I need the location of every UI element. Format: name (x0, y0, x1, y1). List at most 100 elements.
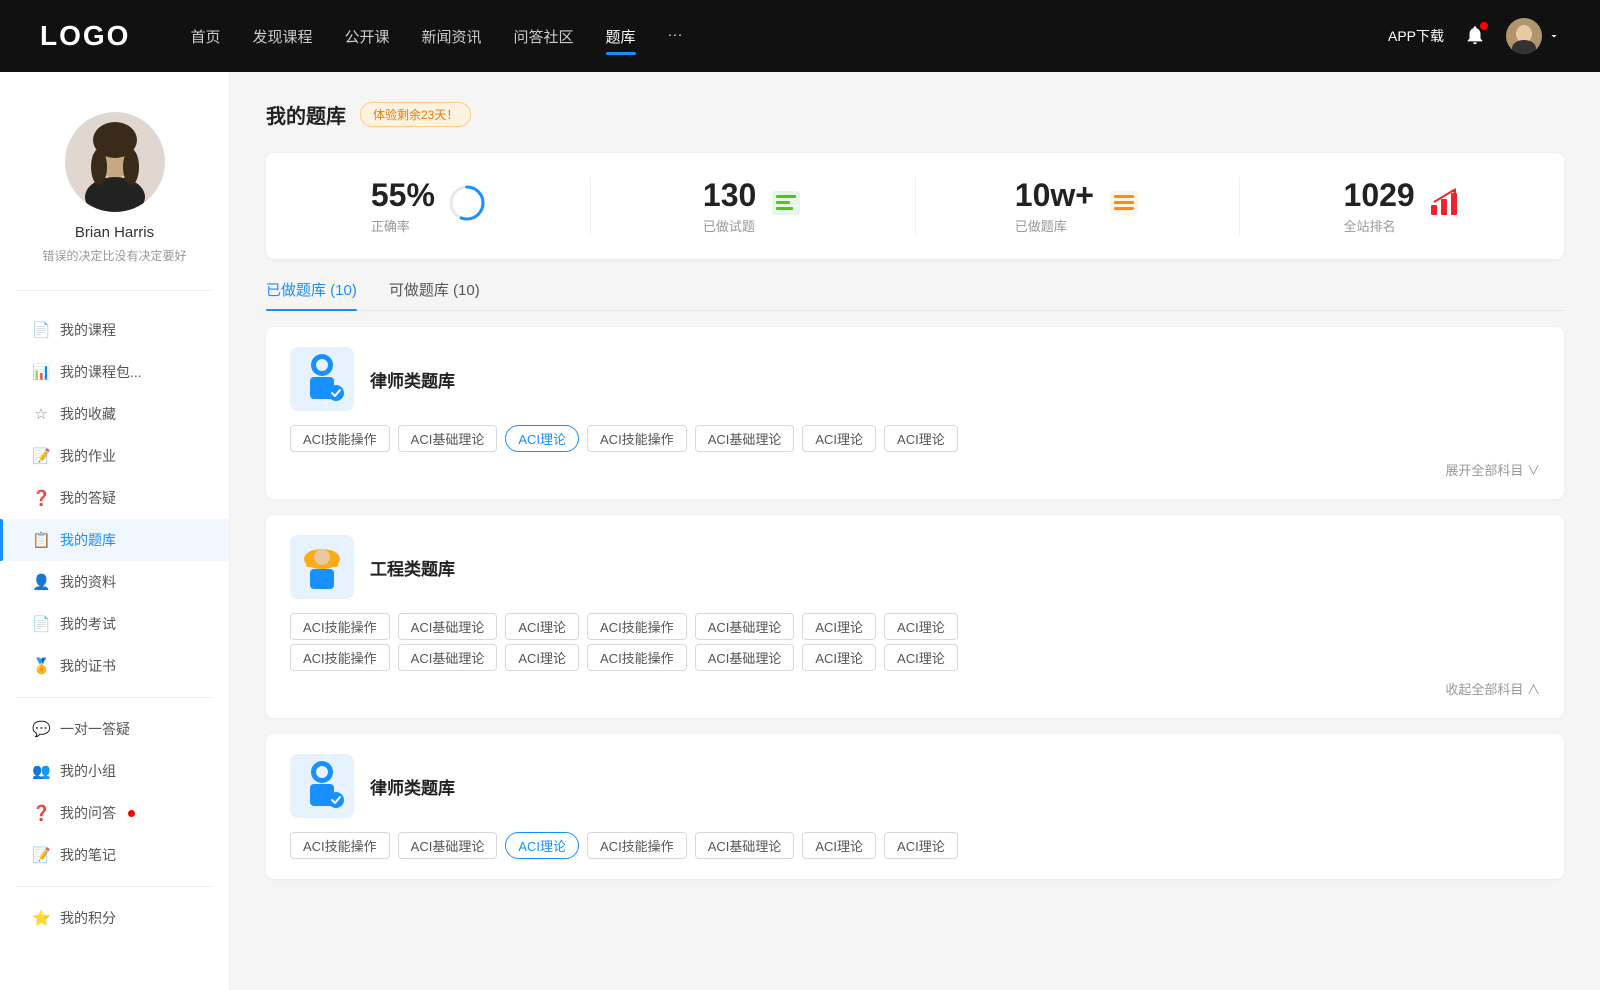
sidebar-item-label: 我的证书 (60, 656, 116, 676)
sidebar-item-qa[interactable]: ❓ 我的答疑 (0, 477, 229, 519)
sidebar-item-label: 我的小组 (60, 761, 116, 781)
nav-more[interactable]: ··· (668, 22, 683, 51)
sidebar-item-points[interactable]: ⭐ 我的积分 (0, 897, 229, 939)
unread-dot (128, 810, 135, 817)
tag[interactable]: ACI技能操作 (587, 644, 687, 671)
nav-discover[interactable]: 发现课程 (252, 22, 312, 51)
nav-opencourse[interactable]: 公开课 (344, 22, 389, 51)
app-download-button[interactable]: APP下载 (1388, 26, 1444, 46)
rank-icon (1429, 187, 1461, 226)
tag[interactable]: ACI基础理论 (398, 832, 498, 859)
sidebar-divider-3 (16, 886, 213, 887)
sidebar-item-notes[interactable]: 📝 我的笔记 (0, 834, 229, 876)
qbank-icon: 📋 (32, 531, 50, 549)
qa-icon: ❓ (32, 489, 50, 507)
stats-card: 55% 正确率 130 已做试题 (266, 153, 1564, 259)
sidebar-item-qbank[interactable]: 📋 我的题库 (0, 519, 229, 561)
tag[interactable]: ACI基础理论 (398, 425, 498, 452)
sidebar-item-label: 我的题库 (60, 530, 116, 550)
user-avatar-button[interactable] (1506, 18, 1560, 54)
accuracy-icon (449, 185, 485, 228)
lawyer-svg-icon (296, 351, 348, 407)
sidebar-item-label: 我的问答 (60, 803, 116, 823)
tag[interactable]: ACI技能操作 (290, 832, 390, 859)
tag[interactable]: ACI理论 (884, 613, 958, 640)
tag[interactable]: ACI理论 (884, 644, 958, 671)
tag[interactable]: ACI基础理论 (695, 644, 795, 671)
profile-icon: 👤 (32, 573, 50, 591)
nav-qbank[interactable]: 题库 (606, 22, 636, 51)
tag[interactable]: ACI理论 (884, 425, 958, 452)
navbar-right: APP下载 (1388, 18, 1560, 54)
tag[interactable]: ACI基础理论 (398, 613, 498, 640)
tab-done[interactable]: 已做题库 (10) (266, 279, 357, 310)
sidebar-item-package[interactable]: 📊 我的课程包... (0, 351, 229, 393)
bank-header-1: 律师类题库 (290, 347, 1540, 411)
chat-icon: 💬 (32, 720, 50, 738)
tag-active[interactable]: ACI理论 (505, 832, 579, 859)
bank-header-2: 工程类题库 (290, 535, 1540, 599)
notification-bell[interactable] (1464, 24, 1486, 49)
nav-news[interactable]: 新闻资讯 (422, 22, 482, 51)
bank-section-lawyer-2: 律师类题库 ACI技能操作 ACI基础理论 ACI理论 ACI技能操作 ACI基… (266, 734, 1564, 879)
sidebar-item-course[interactable]: 📄 我的课程 (0, 309, 229, 351)
tag[interactable]: ACI技能操作 (290, 425, 390, 452)
nav-menu: 首页 发现课程 公开课 新闻资讯 问答社区 题库 ··· (190, 22, 1388, 51)
chevron-down-icon (1548, 30, 1560, 42)
tag[interactable]: ACI技能操作 (290, 644, 390, 671)
tab-todo[interactable]: 可做题库 (10) (389, 279, 480, 310)
lawyer-svg-icon-2 (296, 758, 348, 814)
tag[interactable]: ACI基础理论 (695, 613, 795, 640)
stat-accuracy: 55% 正确率 (266, 177, 591, 235)
collapse-button-2[interactable]: 收起全部科目 ∧ (290, 679, 1540, 698)
sidebar-divider-2 (16, 697, 213, 698)
sidebar-divider-1 (16, 290, 213, 291)
tag[interactable]: ACI基础理论 (695, 832, 795, 859)
sidebar-item-exam[interactable]: 📄 我的考试 (0, 603, 229, 645)
sidebar-item-myqa[interactable]: ❓ 我的问答 (0, 792, 229, 834)
tag[interactable]: ACI技能操作 (587, 425, 687, 452)
tag[interactable]: ACI基础理论 (398, 644, 498, 671)
stat-label-accuracy: 正确率 (371, 216, 435, 235)
sidebar-item-favorites[interactable]: ☆ 我的收藏 (0, 393, 229, 435)
sidebar-item-label: 一对一答疑 (60, 719, 130, 739)
tags-row-3: ACI技能操作 ACI基础理论 ACI理论 ACI技能操作 ACI基础理论 AC… (290, 832, 1540, 859)
tag-active[interactable]: ACI理论 (505, 425, 579, 452)
nav-qa[interactable]: 问答社区 (514, 22, 574, 51)
tag[interactable]: ACI理论 (505, 644, 579, 671)
tag[interactable]: ACI理论 (802, 832, 876, 859)
tag[interactable]: ACI基础理论 (695, 425, 795, 452)
tag[interactable]: ACI理论 (802, 613, 876, 640)
nav-home[interactable]: 首页 (190, 22, 220, 51)
tag[interactable]: ACI技能操作 (587, 613, 687, 640)
sidebar-item-label: 我的收藏 (60, 404, 116, 424)
sidebar-item-1to1[interactable]: 💬 一对一答疑 (0, 708, 229, 750)
group-icon: 👥 (32, 762, 50, 780)
profile-slogan: 错误的决定比没有决定要好 (42, 247, 186, 264)
page-title: 我的题库 (266, 100, 346, 129)
sidebar-item-cert[interactable]: 🏅 我的证书 (0, 645, 229, 687)
sidebar-item-label: 我的课程 (60, 320, 116, 340)
sidebar-item-homework[interactable]: 📝 我的作业 (0, 435, 229, 477)
tag[interactable]: ACI理论 (802, 425, 876, 452)
stat-value-bank: 10w+ (1015, 177, 1094, 214)
page-header: 我的题库 体验剩余23天！ (266, 100, 1564, 129)
sidebar-item-profile[interactable]: 👤 我的资料 (0, 561, 229, 603)
sidebar-item-label: 我的积分 (60, 908, 116, 928)
tag[interactable]: ACI理论 (505, 613, 579, 640)
tag[interactable]: ACI技能操作 (587, 832, 687, 859)
stat-value-done: 130 (703, 177, 756, 214)
bank-icon-engineer (290, 535, 354, 599)
sidebar-item-label: 我的作业 (60, 446, 116, 466)
expand-button-1[interactable]: 展开全部科目 ∨ (290, 460, 1540, 479)
stat-done: 130 已做试题 (591, 177, 916, 235)
avatar-icon (1506, 18, 1542, 54)
sidebar: Brian Harris 错误的决定比没有决定要好 📄 我的课程 📊 我的课程包… (0, 72, 230, 990)
bank-icon-lawyer-2 (290, 754, 354, 818)
tag[interactable]: ACI理论 (884, 832, 958, 859)
tag[interactable]: ACI理论 (802, 644, 876, 671)
sidebar-item-group[interactable]: 👥 我的小组 (0, 750, 229, 792)
exam-icon: 📄 (32, 615, 50, 633)
tag[interactable]: ACI技能操作 (290, 613, 390, 640)
cert-icon: 🏅 (32, 657, 50, 675)
